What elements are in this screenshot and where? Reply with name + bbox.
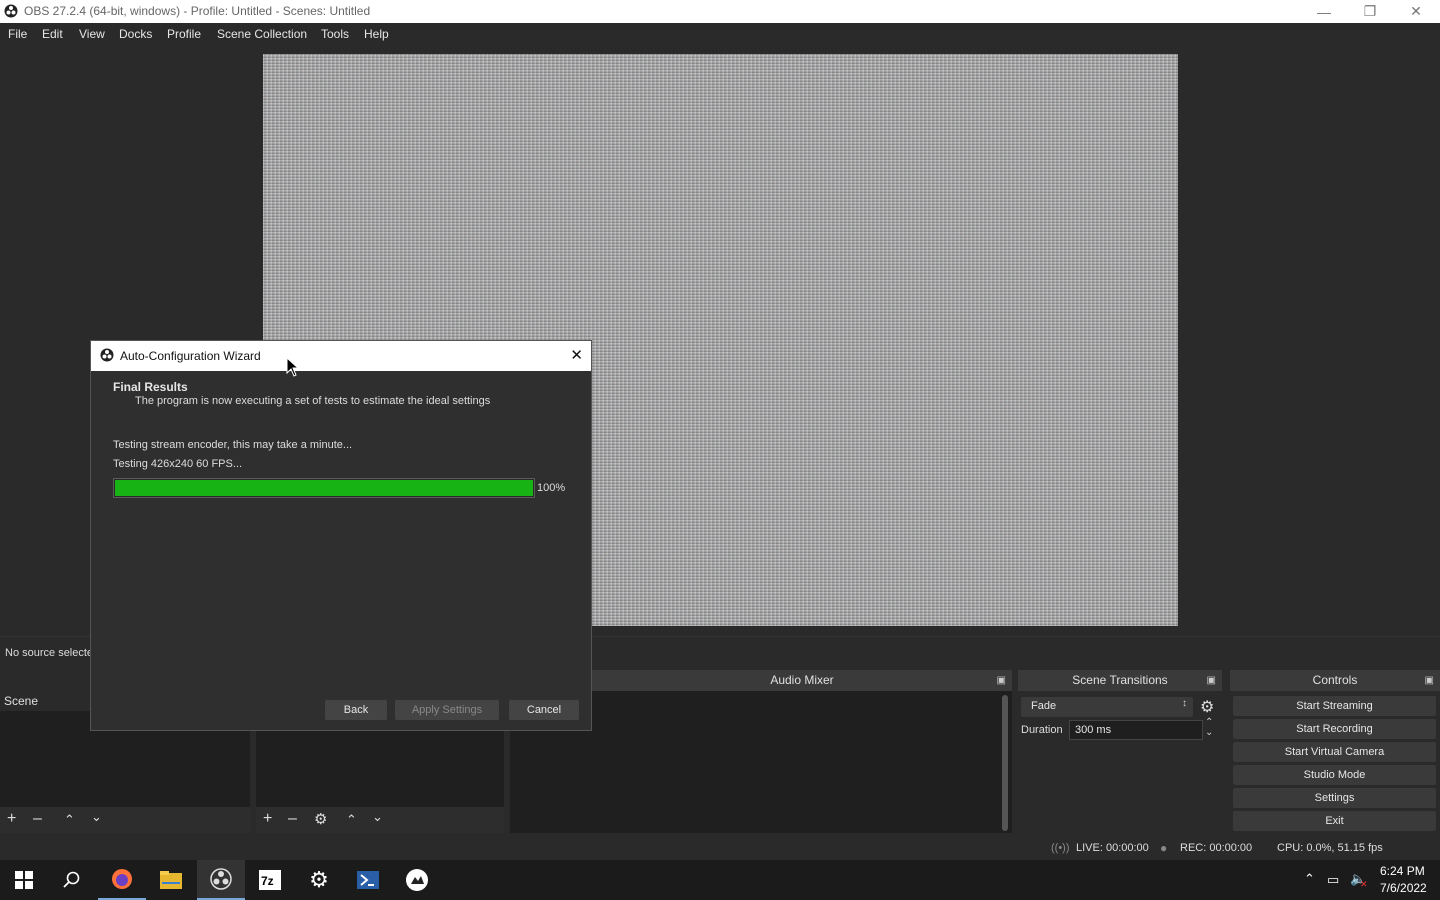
progress-label: 100% [537,482,566,494]
obs-icon[interactable] [197,860,245,900]
dialog-heading: Final Results [113,380,188,394]
settings-button[interactable]: Settings [1233,788,1436,808]
rec-status: REC: 00:00:00 [1180,842,1253,854]
clock-date[interactable]: 7/6/2022 [1380,881,1427,895]
dialog-subheading: The program is now executing a set of te… [135,395,491,407]
scenes-toolbar: + – ⌃ ⌄ [0,807,250,833]
transition-value: Fade [1031,700,1057,712]
cpu-status: CPU: 0.0%, 51.15 fps [1277,842,1383,854]
scenes-title: Scene [4,694,39,708]
duration-stepper[interactable]: ⌃ ⌄ [1205,718,1213,738]
auto-config-wizard-dialog: Auto-Configuration Wizard ✕ Final Result… [90,340,592,731]
back-button[interactable]: Back [325,700,387,720]
taskbar: 7z ⚙ ⌃ ▭ 🔈 ✕ 6:24 PM 7/6/2022 [0,860,1440,900]
add-icon[interactable]: + [7,810,16,828]
transition-select[interactable]: Fade ↕ [1021,697,1193,717]
undock-icon[interactable]: ▣ [997,670,1006,691]
restore-icon[interactable]: ❐ [1347,0,1393,23]
7zip-icon[interactable]: 7z [246,860,294,900]
exit-button[interactable]: Exit [1233,811,1436,831]
menu-tools[interactable]: Tools [321,27,349,41]
dialog-title: Auto-Configuration Wizard [120,349,261,363]
move-down-icon[interactable]: ⌄ [372,809,383,825]
remove-icon[interactable]: – [288,810,297,828]
clock-time[interactable]: 6:24 PM [1380,864,1425,878]
controls-title: Controls [1312,673,1358,687]
scenes-dock-title: Scene [0,691,90,712]
sources-list[interactable] [256,731,504,807]
menu-docks[interactable]: Docks [119,27,152,41]
menu-help[interactable]: Help [364,27,389,41]
cancel-button[interactable]: Cancel [509,700,579,720]
gear-icon[interactable]: ⚙ [314,810,327,828]
move-up-icon[interactable]: ⌃ [64,812,75,828]
spin-arrows-icon: ↕ [1182,698,1187,709]
xbox-icon[interactable] [393,860,441,900]
audio-mixer-title: Audio Mixer [770,673,834,687]
firefox-icon[interactable] [98,860,146,900]
start-recording-button[interactable]: Start Recording [1233,719,1436,739]
controls-header: Controls ▣ [1230,670,1440,691]
duration-label: Duration [1021,724,1063,736]
move-down-icon[interactable]: ⌄ [91,809,102,825]
start-streaming-button[interactable]: Start Streaming [1233,696,1436,716]
apply-settings-button[interactable]: Apply Settings [395,700,499,720]
rec-dot-icon: ● [1160,841,1168,855]
menu-scene-collection[interactable]: Scene Collection [217,27,307,41]
test-detail-line: Testing 426x240 60 FPS... [113,458,243,470]
scene-transitions-header: Scene Transitions ▣ [1018,670,1222,691]
test-status-line: Testing stream encoder, this may take a … [113,439,353,451]
mouse-cursor-icon [286,357,298,377]
remove-icon[interactable]: – [33,810,42,828]
obs-logo-icon [4,4,18,18]
dialog-titlebar: Auto-Configuration Wizard ✕ [91,341,591,371]
live-signal-icon: ((•)) [1051,842,1070,854]
add-icon[interactable]: + [263,810,272,828]
mute-x-icon: ✕ [1360,879,1368,889]
duration-value: 300 ms [1075,724,1112,736]
svg-text:7z: 7z [261,874,274,888]
file-explorer-icon[interactable] [147,860,195,900]
undock-icon[interactable]: ▣ [1425,670,1434,691]
show-hidden-icons-icon[interactable]: ⌃ [1304,871,1315,887]
audio-mixer-header: Audio Mixer ▣ [592,670,1012,691]
start-icon[interactable] [0,860,48,900]
duration-input[interactable]: 300 ms [1069,720,1203,740]
powershell-icon[interactable] [344,860,392,900]
obs-logo-icon [100,348,114,362]
scene-transitions-title: Scene Transitions [1072,673,1168,687]
undock-icon[interactable]: ▣ [1207,670,1216,691]
network-icon[interactable]: ▭ [1327,872,1339,888]
minimize-icon[interactable]: — [1301,0,1347,23]
move-up-icon[interactable]: ⌃ [346,812,357,828]
window-titlebar: OBS 27.2.4 (64-bit, windows) - Profile: … [0,0,1440,23]
sources-toolbar: + – ⚙ ⌃ ⌄ [256,807,504,833]
progress-fill [115,480,533,496]
menu-file[interactable]: File [8,27,27,41]
studio-mode-button[interactable]: Studio Mode [1233,765,1436,785]
menu-profile[interactable]: Profile [167,27,201,41]
status-bar: ((•)) LIVE: 00:00:00 ● REC: 00:00:00 CPU… [0,838,1440,860]
menu-view[interactable]: View [79,27,105,41]
start-virtual-camera-button[interactable]: Start Virtual Camera [1233,742,1436,762]
close-icon[interactable]: ✕ [1393,0,1439,23]
settings-icon[interactable]: ⚙ [295,860,343,900]
close-icon[interactable]: ✕ [570,346,583,364]
progress-bar [113,478,535,498]
no-source-label: No source selecte [5,647,94,659]
gear-icon[interactable]: ⚙ [1200,697,1214,717]
search-icon[interactable] [48,860,96,900]
audio-mixer-scrollbar[interactable] [1002,695,1008,831]
live-status: LIVE: 00:00:00 [1076,842,1149,854]
window-title: OBS 27.2.4 (64-bit, windows) - Profile: … [24,4,371,18]
menu-edit[interactable]: Edit [42,27,63,41]
menu-bar: File Edit View Docks Profile Scene Colle… [0,23,1440,45]
